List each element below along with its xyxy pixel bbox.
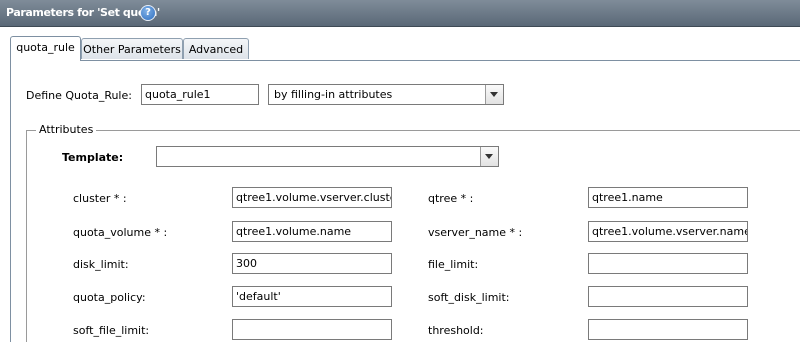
qtree-input[interactable]: qtree1.name [588, 187, 748, 208]
chevron-down-icon[interactable] [485, 85, 503, 104]
quota-volume-input[interactable]: qtree1.volume.name [232, 221, 392, 242]
threshold-label: threshold: [428, 324, 484, 337]
vserver-name-label: vserver_name * : [428, 226, 523, 239]
quota-volume-label: quota_volume * : [73, 226, 168, 239]
cluster-input[interactable]: qtree1.volume.vserver.cluster.name [232, 187, 392, 208]
disk-limit-input[interactable]: 300 [232, 253, 392, 274]
template-select[interactable] [156, 146, 499, 167]
soft-file-limit-input[interactable] [232, 319, 392, 340]
soft-file-limit-label: soft_file_limit: [73, 324, 150, 337]
vserver-name-input[interactable]: qtree1.volume.vserver.name [588, 221, 748, 242]
quota-policy-label: quota_policy: [73, 291, 146, 304]
soft-disk-limit-label: soft_disk_limit: [428, 291, 510, 304]
disk-limit-label: disk_limit: [73, 258, 129, 271]
define-mode-value: by filling-in attributes [274, 88, 393, 101]
file-limit-input[interactable] [588, 253, 748, 274]
tab-other-parameters[interactable]: Other Parameters [81, 38, 183, 59]
template-label: Template: [62, 151, 124, 164]
file-limit-label: file_limit: [428, 258, 479, 271]
quota-rule-name-input[interactable]: quota_rule1 [141, 84, 259, 105]
quota-policy-input[interactable]: 'default' [232, 286, 392, 307]
tab-advanced[interactable]: Advanced [183, 38, 249, 59]
soft-disk-limit-input[interactable] [588, 286, 748, 307]
cluster-label: cluster * : [73, 192, 127, 205]
qtree-label: qtree * : [428, 192, 474, 205]
dialog-title: Parameters for 'Set quota' [6, 6, 160, 19]
chevron-down-icon[interactable] [480, 147, 498, 166]
threshold-input[interactable] [588, 319, 748, 340]
tab-quota-rule[interactable]: quota_rule [10, 36, 81, 61]
define-mode-select[interactable]: by filling-in attributes [268, 84, 504, 105]
help-icon[interactable]: ? [140, 5, 156, 21]
dialog-titlebar: Parameters for 'Set quota' ? [0, 0, 800, 27]
attributes-legend: Attributes [36, 123, 97, 136]
define-quota-rule-label: Define Quota_Rule: [26, 89, 132, 102]
